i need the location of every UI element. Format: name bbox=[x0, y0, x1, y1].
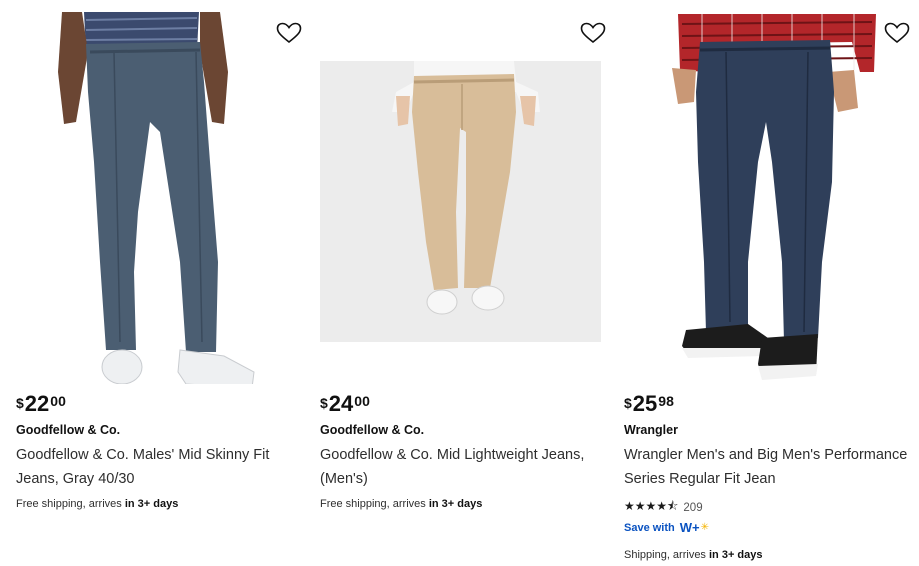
favorite-button[interactable] bbox=[884, 22, 910, 44]
gray-skinny-jeans-photo bbox=[58, 12, 255, 384]
wplus-label: W+ bbox=[679, 520, 700, 535]
product-brand: Goodfellow & Co. bbox=[320, 423, 425, 437]
heart-outline-icon bbox=[884, 22, 910, 44]
price-cents: 00 bbox=[354, 393, 370, 409]
product-image[interactable] bbox=[622, 12, 912, 384]
shipping-info: Free shipping, arrives in 3+ days bbox=[320, 498, 482, 510]
khaki-jeans-photo bbox=[320, 61, 601, 342]
shipping-prefix: Free shipping, arrives bbox=[16, 498, 125, 510]
shipping-info: Shipping, arrives in 3+ days bbox=[624, 549, 763, 561]
product-card[interactable]: $ 24 00 Goodfellow & Co. Goodfellow & Co… bbox=[318, 0, 608, 566]
walmart-plus-icon: W+ ✳ bbox=[680, 520, 709, 535]
rating[interactable]: ★★★★⯪ 209 bbox=[624, 497, 703, 518]
price-currency: $ bbox=[320, 395, 328, 411]
save-with-wplus-link[interactable]: Save with W+ ✳ bbox=[624, 520, 709, 535]
review-count: 209 bbox=[683, 501, 703, 514]
shipping-prefix: Shipping, arrives bbox=[624, 549, 709, 561]
heart-outline-icon bbox=[276, 22, 302, 44]
product-card[interactable]: $ 22 00 Goodfellow & Co. Goodfellow & Co… bbox=[14, 0, 304, 566]
shipping-days: in 3+ days bbox=[709, 549, 763, 561]
heart-outline-icon bbox=[580, 22, 606, 44]
product-title-link[interactable]: Goodfellow & Co. Males' Mid Skinny Fit J… bbox=[16, 443, 306, 491]
save-with-label: Save with bbox=[624, 521, 675, 534]
price: $ 24 00 bbox=[320, 392, 370, 416]
dark-denim-jeans-photo bbox=[672, 14, 876, 380]
spark-icon: ✳ bbox=[700, 522, 710, 533]
product-image[interactable] bbox=[14, 12, 304, 384]
price-dollars: 25 bbox=[632, 391, 658, 416]
price: $ 25 98 bbox=[624, 392, 674, 416]
favorite-button[interactable] bbox=[580, 22, 606, 44]
shipping-prefix: Free shipping, arrives bbox=[320, 498, 429, 510]
shipping-days: in 3+ days bbox=[124, 498, 179, 510]
product-brand: Goodfellow & Co. bbox=[16, 423, 121, 437]
price-dollars: 22 bbox=[24, 391, 50, 416]
price-cents: 00 bbox=[50, 393, 66, 409]
shipping-info: Free shipping, arrives in 3+ days bbox=[16, 498, 178, 510]
price-currency: $ bbox=[624, 395, 632, 411]
favorite-button[interactable] bbox=[276, 22, 302, 44]
product-title-link[interactable]: Wrangler Men's and Big Men's Performance… bbox=[624, 443, 914, 491]
price-dollars: 24 bbox=[328, 391, 354, 416]
shipping-days: in 3+ days bbox=[428, 498, 483, 510]
price-currency: $ bbox=[16, 395, 24, 411]
product-image[interactable] bbox=[318, 12, 608, 384]
star-rating-icon: ★★★★⯪ bbox=[624, 499, 679, 513]
product-brand: Wrangler bbox=[624, 423, 678, 437]
product-title-link[interactable]: Goodfellow & Co. Mid Lightweight Jeans, … bbox=[320, 443, 610, 491]
price: $ 22 00 bbox=[16, 392, 66, 416]
product-card[interactable]: $ 25 98 Wrangler Wrangler Men's and Big … bbox=[622, 0, 912, 566]
price-cents: 98 bbox=[658, 393, 674, 409]
